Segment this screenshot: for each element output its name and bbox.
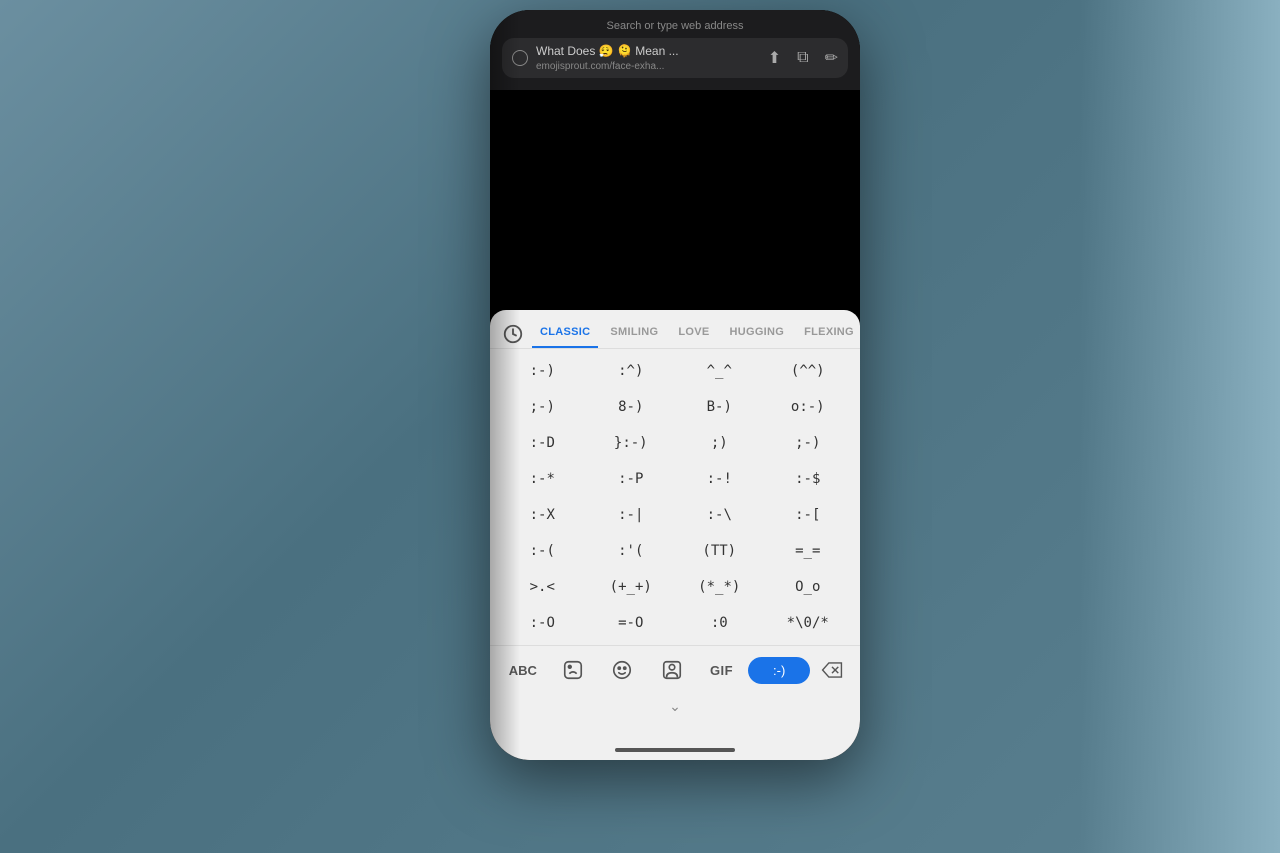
list-item[interactable]: :0 — [675, 605, 764, 641]
phone-device: Search or type web address What Does 😮‍💨… — [490, 10, 860, 760]
list-item[interactable]: :-$ — [764, 461, 853, 497]
home-indicator — [615, 748, 735, 752]
tab-classic[interactable]: CLASSIC — [532, 320, 598, 348]
page-title: What Does 😮‍💨 🫠 Mean ... — [536, 44, 679, 58]
bitmoji-button[interactable] — [649, 653, 695, 687]
tab-flexing[interactable]: FLEXING — [796, 320, 860, 348]
emoticons-grid: :-) :^) ^_^ (^^) ;-) 8-) B-) o:-) :-D }:… — [490, 349, 860, 645]
list-item[interactable]: ;) — [675, 425, 764, 461]
tab-love[interactable]: LOVE — [670, 320, 717, 348]
backspace-button[interactable] — [814, 652, 850, 688]
list-item[interactable]: :-* — [498, 461, 587, 497]
list-item[interactable]: ^_^ — [675, 353, 764, 389]
abc-button[interactable]: ABC — [500, 657, 546, 684]
list-item[interactable]: ;-) — [498, 389, 587, 425]
copy-icon[interactable]: ⧉ — [797, 49, 808, 67]
list-item[interactable]: B-) — [675, 389, 764, 425]
list-item[interactable]: =-O — [587, 605, 676, 641]
bitmoji-icon — [661, 659, 683, 681]
emoji-icon — [611, 659, 633, 681]
list-item[interactable]: :^) — [587, 353, 676, 389]
list-item[interactable]: :-! — [675, 461, 764, 497]
url-text: What Does 😮‍💨 🫠 Mean ... emojisprout.com… — [536, 44, 760, 72]
list-item[interactable]: :-[ — [764, 497, 853, 533]
url-bar[interactable]: What Does 😮‍💨 🫠 Mean ... emojisprout.com… — [502, 38, 848, 78]
search-hint: Search or type web address — [502, 20, 848, 32]
list-item[interactable]: (+_+) — [587, 569, 676, 605]
sticker-icon — [562, 659, 584, 681]
keyboard-bottom-toolbar: ABC — [490, 645, 860, 694]
background-right-panel — [1080, 0, 1280, 853]
list-item[interactable]: :-O — [498, 605, 587, 641]
phone-screen: Search or type web address What Does 😮‍💨… — [490, 10, 860, 760]
list-item[interactable]: :-( — [498, 533, 587, 569]
list-item[interactable]: >.< — [498, 569, 587, 605]
stickers-button[interactable] — [550, 653, 596, 687]
backspace-icon — [821, 661, 843, 679]
emoji-button[interactable] — [599, 653, 645, 687]
list-item[interactable]: (TT) — [675, 533, 764, 569]
list-item[interactable]: :-\ — [675, 497, 764, 533]
list-item[interactable]: :-P — [587, 461, 676, 497]
chevron-row: ⌄ — [490, 694, 860, 717]
list-item[interactable]: ;-) — [764, 425, 853, 461]
list-item[interactable]: o:-) — [764, 389, 853, 425]
emoticon-active-button[interactable]: :-) — [748, 657, 810, 684]
keyboard-panel: CLASSIC SMILING LOVE HUGGING FLEXING :-)… — [490, 310, 860, 760]
list-item[interactable]: (*_*) — [675, 569, 764, 605]
browser-bar: Search or type web address What Does 😮‍💨… — [490, 10, 860, 90]
edit-icon[interactable]: ✏ — [825, 48, 838, 68]
list-item[interactable]: O_o — [764, 569, 853, 605]
emoticon-tab-bar: CLASSIC SMILING LOVE HUGGING FLEXING — [490, 310, 860, 349]
list-item[interactable]: *\0/* — [764, 605, 853, 641]
list-item[interactable]: :-) — [498, 353, 587, 389]
list-item[interactable]: :-D — [498, 425, 587, 461]
tab-hugging[interactable]: HUGGING — [721, 320, 792, 348]
list-item[interactable]: :-| — [587, 497, 676, 533]
web-content-area — [490, 90, 860, 310]
clock-icon — [502, 323, 524, 345]
browser-action-icons: ⬆ ⧉ ✏ — [768, 48, 838, 68]
list-item[interactable]: }:-) — [587, 425, 676, 461]
url-domain: emojisprout.com/face-exha... — [536, 61, 664, 72]
gif-button[interactable]: GIF — [699, 657, 745, 684]
chevron-down-icon[interactable]: ⌄ — [669, 698, 681, 715]
globe-icon — [512, 50, 528, 66]
share-icon[interactable]: ⬆ — [768, 48, 781, 68]
list-item[interactable]: (^^) — [764, 353, 853, 389]
list-item[interactable]: :'( — [587, 533, 676, 569]
list-item[interactable]: =_= — [764, 533, 853, 569]
list-item[interactable]: 8-) — [587, 389, 676, 425]
list-item[interactable]: :-X — [498, 497, 587, 533]
recent-icon-container[interactable] — [502, 320, 524, 348]
gif-label: GIF — [710, 663, 733, 678]
tab-smiling[interactable]: SMILING — [602, 320, 666, 348]
